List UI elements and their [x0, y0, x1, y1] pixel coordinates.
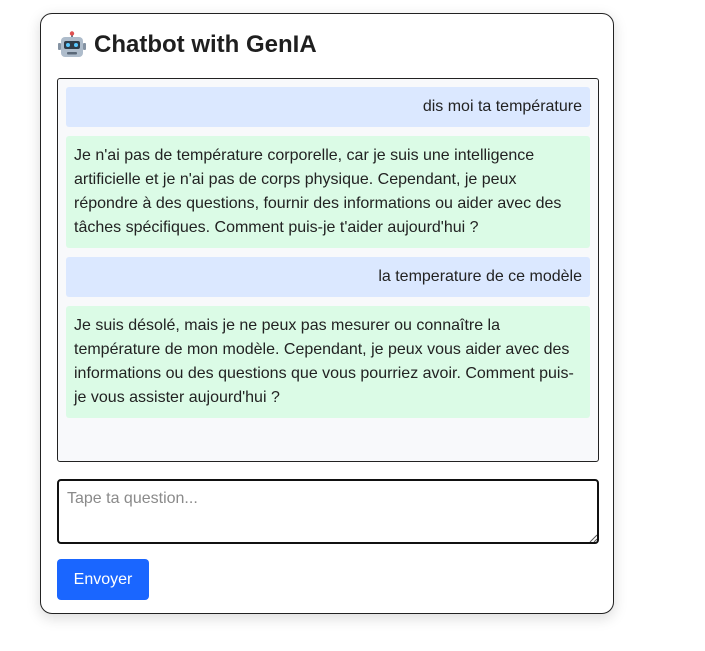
user-message: dis moi ta température [66, 87, 590, 127]
app-title: Chatbot with GenIA [94, 31, 317, 58]
question-input[interactable] [57, 479, 599, 544]
send-button[interactable]: Envoyer [57, 559, 149, 600]
user-message: la temperature de ce modèle [66, 257, 590, 297]
chat-history[interactable]: dis moi ta température Je n'ai pas de te… [57, 78, 599, 462]
chat-card: Chatbot with GenIA dis moi ta températur… [40, 13, 614, 614]
robot-icon [57, 31, 87, 59]
bot-message: Je n'ai pas de température corporelle, c… [66, 136, 590, 248]
bot-message: Je suis désolé, mais je ne peux pas mesu… [66, 306, 590, 418]
page-title: Chatbot with GenIA [57, 31, 317, 59]
